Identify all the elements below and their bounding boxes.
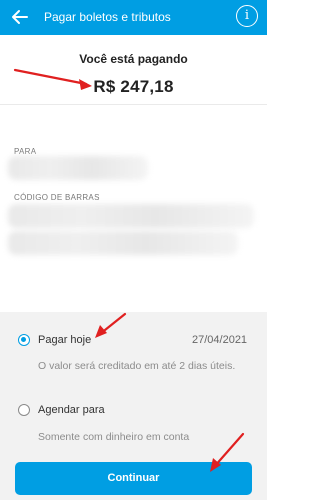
pay-today-date: 27/04/2021 bbox=[192, 334, 248, 346]
schedule-label[interactable]: Agendar para bbox=[38, 404, 105, 416]
para-value-redacted bbox=[8, 156, 148, 180]
info-button[interactable]: i bbox=[236, 5, 258, 27]
back-button[interactable] bbox=[10, 7, 30, 27]
pay-today-description: O valor será creditado em até 2 dias úte… bbox=[38, 360, 236, 372]
para-label: PARA bbox=[14, 147, 37, 156]
pay-today-label[interactable]: Pagar hoje bbox=[38, 334, 91, 346]
schedule-description: Somente com dinheiro em conta bbox=[38, 431, 190, 443]
info-icon: i bbox=[244, 8, 250, 23]
barcode-label: CÓDIGO DE BARRAS bbox=[14, 193, 100, 202]
pay-today-radio[interactable] bbox=[18, 334, 30, 346]
barcode-value-redacted-1 bbox=[8, 204, 254, 228]
payment-amount: R$ 247,18 bbox=[93, 77, 174, 96]
page-title: Pagar boletos e tributos bbox=[44, 10, 171, 24]
payment-details: PARA CÓDIGO DE BARRAS bbox=[0, 106, 267, 311]
app-bar: Pagar boletos e tributos i bbox=[0, 0, 267, 35]
arrow-left-icon bbox=[12, 10, 28, 24]
paying-label: Você está pagando bbox=[79, 52, 188, 66]
continue-button[interactable]: Continuar bbox=[15, 462, 252, 495]
schedule-radio[interactable] bbox=[18, 404, 30, 416]
payment-summary: Você está pagando R$ 247,18 bbox=[0, 35, 267, 105]
barcode-value-redacted-2 bbox=[8, 231, 238, 255]
